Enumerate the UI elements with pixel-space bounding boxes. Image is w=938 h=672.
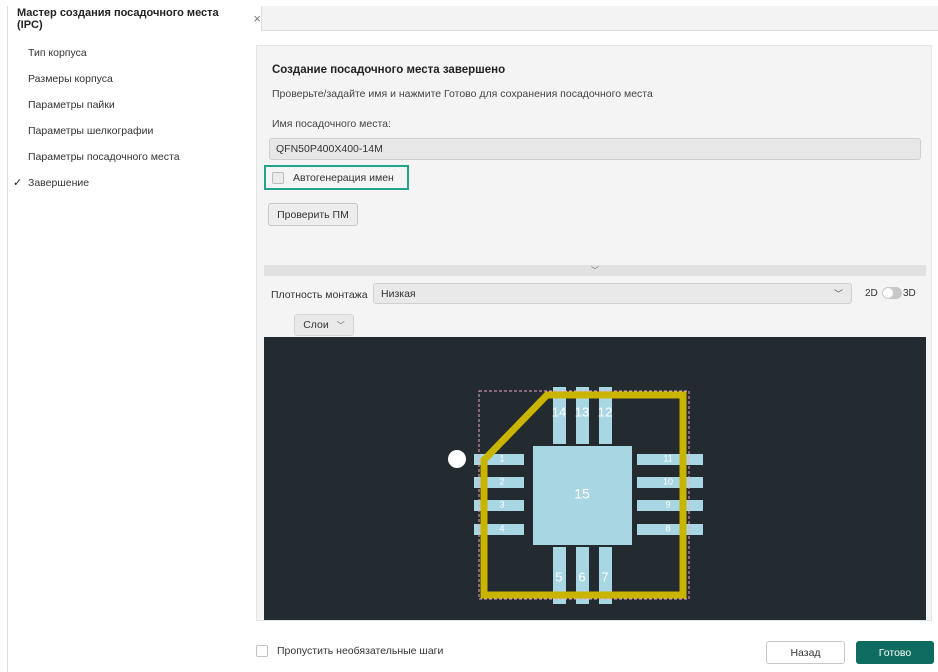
chevron-down-icon: ﹀: [591, 266, 599, 275]
view-2d-label: 2D: [865, 288, 878, 299]
view-3d-label: 3D: [903, 288, 916, 299]
mount-density-select[interactable]: Низкая ﹀: [373, 283, 852, 304]
step-label: Размеры корпуса: [28, 73, 113, 85]
step-label: Тип корпуса: [28, 47, 87, 59]
section-title: Создание посадочного места завершено: [272, 64, 506, 76]
pin-label: 3: [499, 499, 504, 509]
check-footprint-button[interactable]: Проверить ПМ: [268, 203, 358, 226]
skip-optional-steps-checkbox[interactable]: Пропустить необязательные шаги: [256, 645, 443, 657]
step-solder-parameters[interactable]: Параметры пайки: [12, 92, 242, 118]
autogenerate-names-label: Автогенерация имен: [293, 171, 394, 184]
pin-label: 13: [575, 404, 589, 419]
layers-dropdown[interactable]: Слои ﹀: [294, 314, 354, 336]
step-silkscreen-parameters[interactable]: Параметры шелкографии: [12, 118, 242, 144]
footprint-preview-svg: 1512345 6 7891011121314: [448, 387, 703, 604]
checkbox-box[interactable]: [256, 645, 268, 657]
pin-label: 9: [665, 499, 670, 509]
close-icon[interactable]: ×: [253, 11, 261, 26]
done-button[interactable]: Готово: [856, 641, 934, 664]
autogenerate-names-checkbox[interactable]: Автогенерация имен: [264, 165, 409, 190]
footprint-name-label: Имя посадочного места:: [272, 118, 391, 130]
skip-optional-steps-label: Пропустить необязательные шаги: [277, 645, 444, 657]
chevron-down-icon: ﹀: [833, 289, 843, 299]
view-2d-3d-toggle[interactable]: [882, 287, 902, 299]
pin-label: 10: [663, 476, 673, 486]
mount-density-label: Плотность монтажа: [271, 289, 368, 301]
footprint-name-input[interactable]: [269, 138, 921, 160]
pin-label: 14: [552, 404, 566, 419]
checkbox-box[interactable]: [272, 171, 284, 184]
step-footprint-parameters[interactable]: Параметры посадочного места: [12, 144, 242, 170]
step-label: Параметры пайки: [28, 99, 115, 111]
pin1-marker: [448, 450, 466, 468]
step-label: Параметры посадочного места: [28, 151, 180, 163]
footprint-preview-canvas[interactable]: 15 1 2 3 4 5 6 7 8 9 10 11 12 13 14: [264, 337, 926, 620]
tab-footprint-wizard[interactable]: Мастер создания посадочного места (IPC) …: [8, 6, 262, 31]
pin-label: 1: [499, 453, 504, 463]
pin-label: 5: [555, 569, 562, 584]
collapse-splitter[interactable]: ﹀: [264, 265, 926, 276]
checkmark-icon: ✓: [13, 177, 23, 189]
pad-label: 15: [574, 486, 590, 502]
tab-title: Мастер создания посадочного места (IPC): [17, 6, 219, 31]
mount-density-value: Низкая: [381, 287, 416, 300]
section-subtitle: Проверьте/задайте имя и нажмите Готово д…: [272, 88, 653, 100]
pin-label: 12: [598, 404, 612, 419]
step-finish[interactable]: ✓ Завершение: [12, 170, 242, 196]
back-button[interactable]: Назад: [766, 641, 845, 664]
pin-label: 2: [499, 476, 504, 486]
pin-label: 8: [665, 523, 670, 533]
pin-label: 6: [578, 569, 585, 584]
chevron-down-icon: ﹀: [336, 320, 345, 330]
wizard-steps-sidebar: Тип корпуса Размеры корпуса Параметры па…: [12, 40, 242, 196]
step-package-type[interactable]: Тип корпуса: [12, 40, 242, 66]
layers-label: Слои: [303, 319, 329, 331]
tab-bar: Мастер создания посадочного места (IPC) …: [7, 6, 938, 31]
pin-label: 7: [601, 569, 608, 584]
finish-panel: Создание посадочного места завершено Про…: [256, 45, 932, 621]
pin-label: 4: [499, 523, 504, 533]
toggle-knob: [883, 288, 893, 298]
step-label: Завершение: [28, 177, 90, 189]
pads-group: 1512345 6 7891011121314: [474, 387, 703, 604]
step-package-dimensions[interactable]: Размеры корпуса: [12, 66, 242, 92]
step-label: Параметры шелкографии: [28, 125, 154, 137]
pin-label: 11: [663, 453, 672, 463]
